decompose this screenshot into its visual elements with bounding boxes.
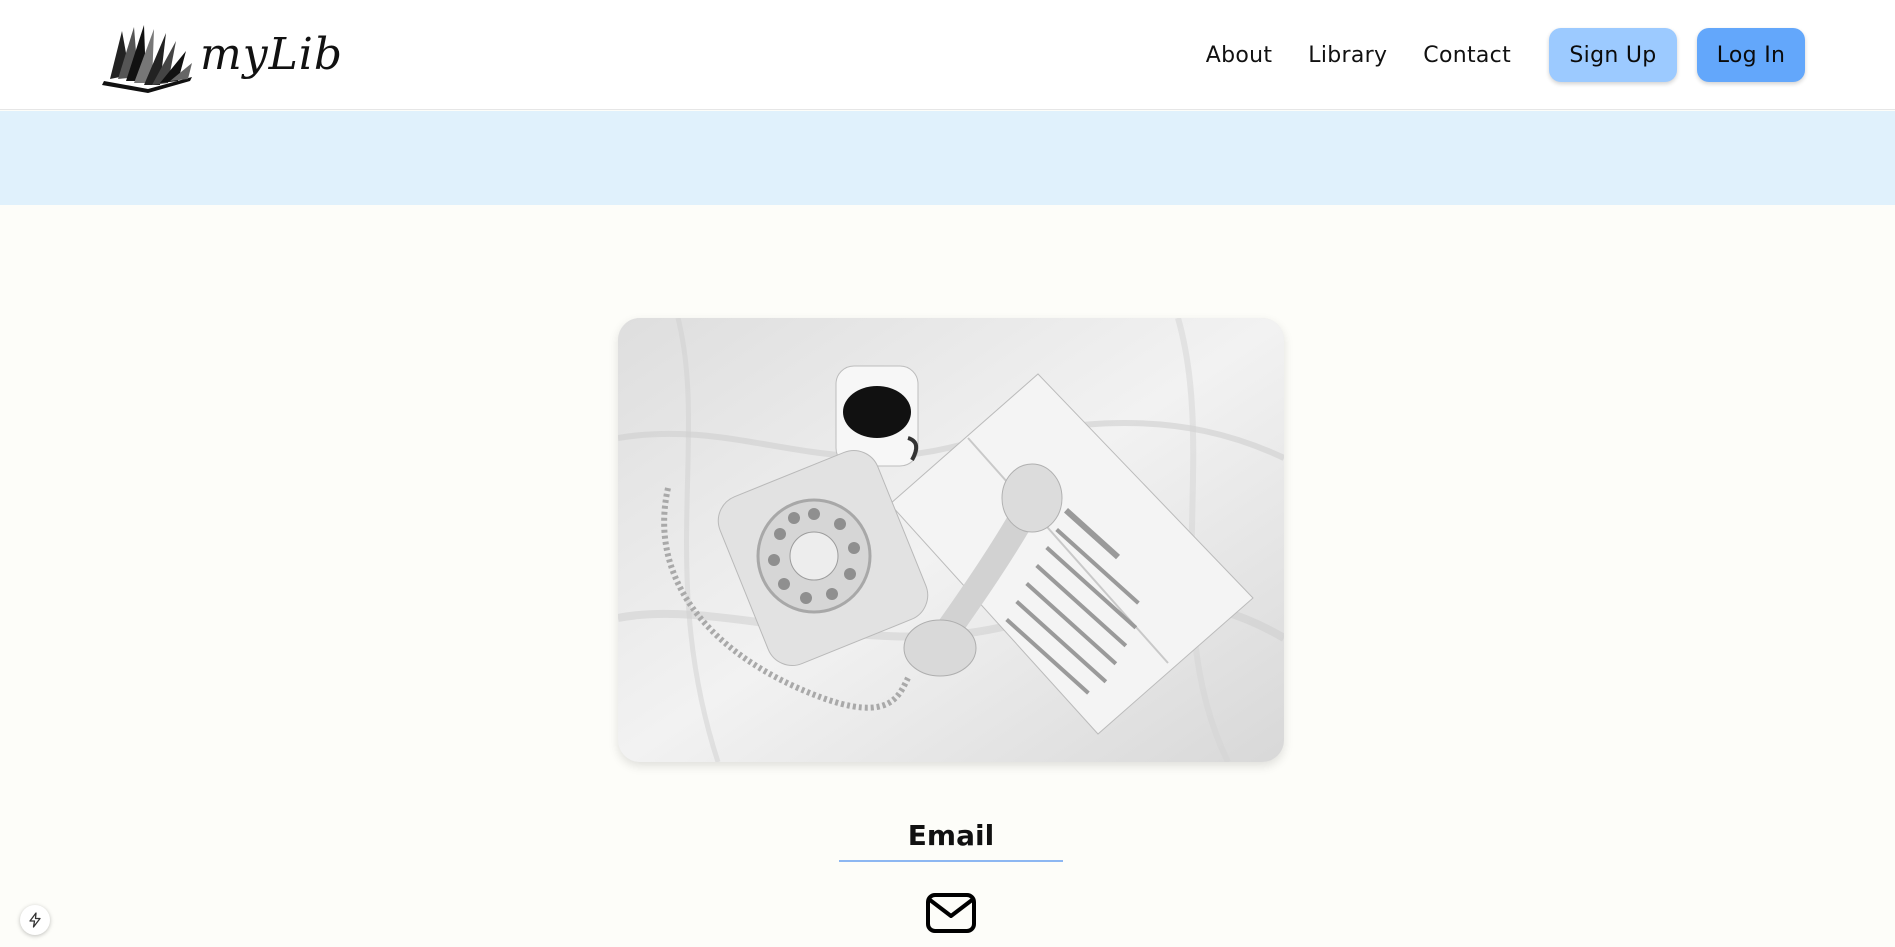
floating-action-badge[interactable] (20, 905, 50, 935)
telephone-coffee-book-image (618, 318, 1284, 762)
log-in-button[interactable]: Log In (1697, 28, 1805, 82)
envelope-icon[interactable] (925, 892, 977, 934)
site-header: myLib About Library Contact Sign Up Log … (0, 0, 1895, 110)
nav-about[interactable]: About (1206, 43, 1273, 68)
logo[interactable]: myLib (100, 20, 350, 95)
logo-wordmark: myLib (200, 29, 344, 80)
nav-contact[interactable]: Contact (1423, 43, 1511, 68)
open-book-icon (102, 24, 192, 93)
lightning-icon (29, 912, 41, 928)
contact-method-title: Email (839, 814, 1063, 862)
main-nav: About Library Contact Sign Up Log In (1206, 26, 1805, 84)
hero-banner (0, 111, 1895, 205)
contact-photo (618, 318, 1284, 762)
nav-library[interactable]: Library (1308, 43, 1387, 68)
sign-up-button[interactable]: Sign Up (1549, 28, 1677, 82)
